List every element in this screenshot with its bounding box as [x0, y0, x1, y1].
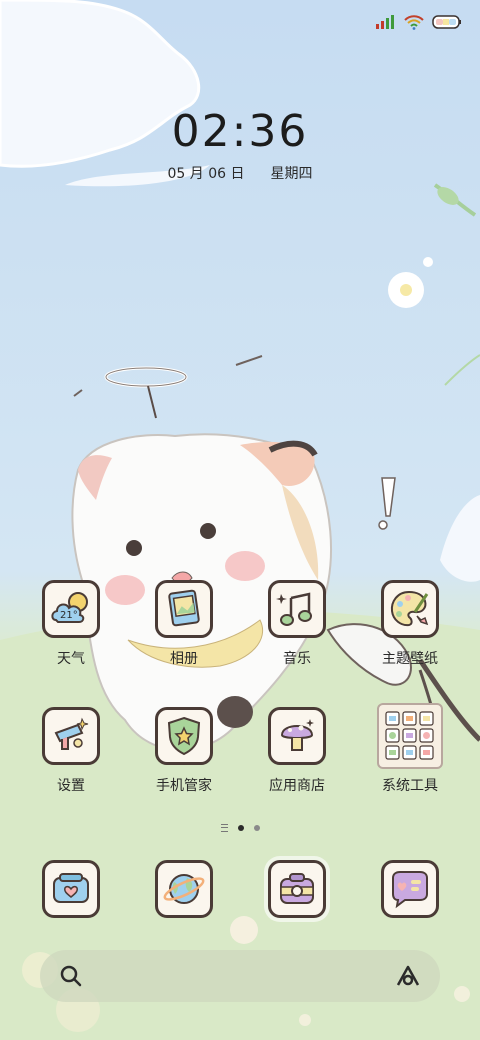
signal-icon: [376, 15, 394, 29]
dock-browser[interactable]: [134, 860, 234, 918]
clock-date-row: 05 月 06 日 星期四: [0, 163, 480, 183]
weather-icon: 21°: [42, 580, 100, 638]
app-label: 应用商店: [269, 778, 325, 794]
app-label: 系统工具: [382, 778, 438, 794]
clock-date: 05 月 06 日: [167, 166, 245, 182]
app-settings[interactable]: 设置: [21, 707, 121, 795]
phone-icon: [42, 860, 100, 918]
messages-icon: [381, 860, 439, 918]
clock-time[interactable]: 02:36: [0, 106, 480, 157]
app-label: 相册: [170, 651, 198, 667]
dock-phone[interactable]: [21, 860, 121, 918]
battery-icon: [432, 15, 461, 29]
search-icon[interactable]: [58, 963, 84, 989]
security-icon: [155, 707, 213, 765]
app-music[interactable]: 音乐: [247, 580, 347, 668]
app-folder-system-tools[interactable]: 系统工具: [360, 703, 460, 795]
assistant-icon[interactable]: [394, 963, 422, 989]
app-theme[interactable]: 主题壁纸: [360, 580, 460, 668]
app-label: 天气: [57, 651, 85, 667]
page-dot-active: [237, 825, 244, 831]
dock-camera[interactable]: [247, 860, 347, 918]
app-label: 主题壁纸: [382, 651, 438, 667]
folder-icon: [377, 703, 443, 769]
app-store[interactable]: 应用商店: [247, 707, 347, 795]
page-indicator[interactable]: [0, 824, 480, 832]
search-bar[interactable]: [40, 950, 440, 1002]
app-store-icon: [268, 707, 326, 765]
wifi-icon: [404, 15, 424, 30]
app-weather[interactable]: 21° 天气: [21, 580, 121, 668]
app-security[interactable]: 手机管家: [134, 707, 234, 795]
page-dot: [253, 825, 260, 831]
music-icon: [268, 580, 326, 638]
camera-icon: [268, 860, 326, 918]
app-label: 设置: [57, 778, 85, 794]
dock-messages[interactable]: [360, 860, 460, 918]
app-label: 手机管家: [156, 778, 212, 794]
settings-icon: [42, 707, 100, 765]
clock-weekday: 星期四: [270, 166, 313, 182]
status-bar: [376, 12, 462, 32]
browser-icon: [155, 860, 213, 918]
gallery-icon: [155, 580, 213, 638]
app-label: 音乐: [283, 651, 311, 667]
theme-icon: [381, 580, 439, 638]
app-gallery[interactable]: 相册: [134, 580, 234, 668]
page-list-icon: [220, 824, 228, 832]
weather-temp: 21°: [60, 610, 78, 621]
